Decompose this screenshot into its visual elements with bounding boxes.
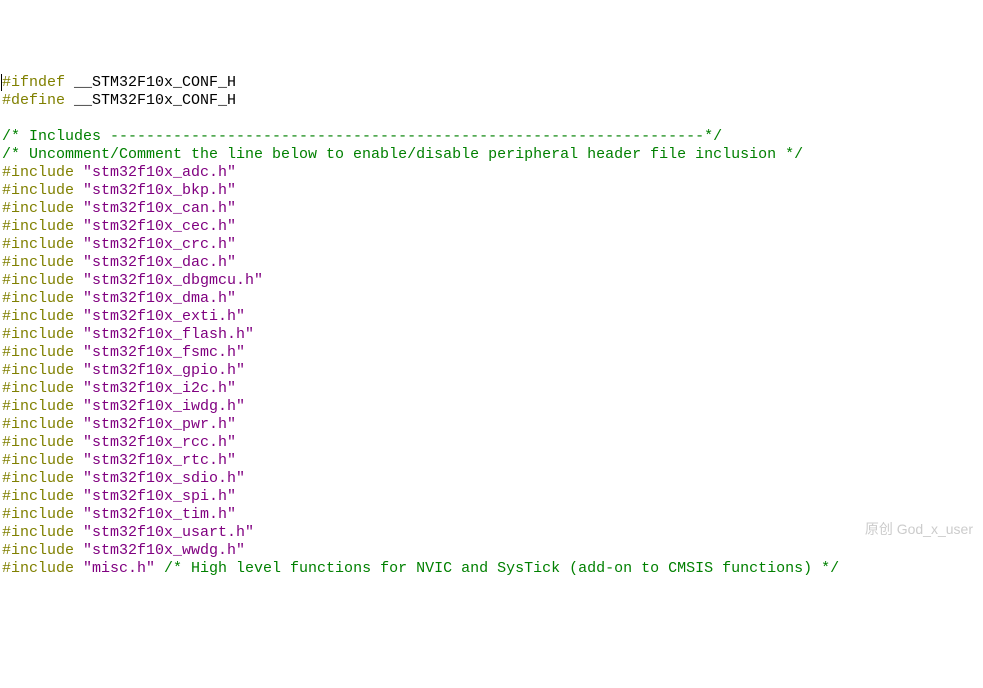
code-token: "stm32f10x_cec.h" bbox=[74, 218, 236, 235]
code-line: #ifndef __STM32F10x_CONF_H bbox=[2, 74, 981, 92]
code-token: #include bbox=[2, 506, 74, 523]
code-token: /* High level functions for NVIC and Sys… bbox=[155, 560, 839, 577]
code-token: "stm32f10x_sdio.h" bbox=[74, 470, 245, 487]
code-line: #include "stm32f10x_cec.h" bbox=[2, 218, 981, 236]
code-token: /* Includes ----------------------------… bbox=[2, 128, 722, 145]
code-token: "stm32f10x_exti.h" bbox=[74, 308, 245, 325]
code-token bbox=[2, 110, 11, 127]
code-line: #include "stm32f10x_adc.h" bbox=[2, 164, 981, 182]
code-line: /* Includes ----------------------------… bbox=[2, 128, 981, 146]
code-token: __STM32F10x_CONF_H bbox=[65, 92, 236, 109]
code-line: #include "stm32f10x_dbgmcu.h" bbox=[2, 272, 981, 290]
code-line: #include "stm32f10x_crc.h" bbox=[2, 236, 981, 254]
code-line: #define __STM32F10x_CONF_H bbox=[2, 92, 981, 110]
code-line: #include "stm32f10x_spi.h" bbox=[2, 488, 981, 506]
code-line: #include "stm32f10x_flash.h" bbox=[2, 326, 981, 344]
code-block: #ifndef __STM32F10x_CONF_H#define __STM3… bbox=[2, 74, 981, 578]
code-token: "stm32f10x_dma.h" bbox=[74, 290, 236, 307]
code-token: /* Uncomment/Comment the line below to e… bbox=[2, 146, 803, 163]
code-line bbox=[2, 110, 981, 128]
code-token: #include bbox=[2, 434, 74, 451]
code-token: "stm32f10x_tim.h" bbox=[74, 506, 236, 523]
code-line: #include "stm32f10x_sdio.h" bbox=[2, 470, 981, 488]
code-token: #include bbox=[2, 452, 74, 469]
code-token: #include bbox=[2, 560, 74, 577]
code-token: #include bbox=[2, 524, 74, 541]
code-line: #include "stm32f10x_fsmc.h" bbox=[2, 344, 981, 362]
code-line: #include "stm32f10x_rtc.h" bbox=[2, 452, 981, 470]
code-token: #include bbox=[2, 254, 74, 271]
code-line: #include "stm32f10x_i2c.h" bbox=[2, 380, 981, 398]
code-line: #include "stm32f10x_dac.h" bbox=[2, 254, 981, 272]
code-token: #include bbox=[2, 182, 74, 199]
code-line: #include "stm32f10x_tim.h" bbox=[2, 506, 981, 524]
code-token: #include bbox=[2, 236, 74, 253]
code-token: #ifndef bbox=[2, 74, 65, 91]
code-token: "stm32f10x_crc.h" bbox=[74, 236, 236, 253]
code-line: #include "stm32f10x_bkp.h" bbox=[2, 182, 981, 200]
code-line: #include "stm32f10x_pwr.h" bbox=[2, 416, 981, 434]
code-token: "stm32f10x_pwr.h" bbox=[74, 416, 236, 433]
code-token: "stm32f10x_wwdg.h" bbox=[74, 542, 245, 559]
code-line: #include "stm32f10x_iwdg.h" bbox=[2, 398, 981, 416]
code-line: #include "stm32f10x_rcc.h" bbox=[2, 434, 981, 452]
code-line: #include "misc.h" /* High level function… bbox=[2, 560, 981, 578]
code-token: #include bbox=[2, 218, 74, 235]
code-token: #include bbox=[2, 542, 74, 559]
code-token: "stm32f10x_dbgmcu.h" bbox=[74, 272, 263, 289]
code-token: #include bbox=[2, 380, 74, 397]
code-token: "stm32f10x_flash.h" bbox=[74, 326, 254, 343]
code-token: #include bbox=[2, 308, 74, 325]
code-token: "stm32f10x_bkp.h" bbox=[74, 182, 236, 199]
code-token: "stm32f10x_rtc.h" bbox=[74, 452, 236, 469]
code-token: #include bbox=[2, 200, 74, 217]
code-token: #include bbox=[2, 398, 74, 415]
code-token: #include bbox=[2, 326, 74, 343]
code-line: #include "stm32f10x_usart.h" bbox=[2, 524, 981, 542]
code-token: #include bbox=[2, 470, 74, 487]
code-line: /* Uncomment/Comment the line below to e… bbox=[2, 146, 981, 164]
code-line: #include "stm32f10x_exti.h" bbox=[2, 308, 981, 326]
code-token: "stm32f10x_gpio.h" bbox=[74, 362, 245, 379]
watermark-text: 原创 God_x_user bbox=[865, 520, 973, 538]
code-token: #include bbox=[2, 416, 74, 433]
code-token: __STM32F10x_CONF_H bbox=[65, 74, 236, 91]
code-token: #include bbox=[2, 488, 74, 505]
code-token: "stm32f10x_dac.h" bbox=[74, 254, 236, 271]
code-token: #include bbox=[2, 290, 74, 307]
code-line: #include "stm32f10x_dma.h" bbox=[2, 290, 981, 308]
code-token: "stm32f10x_adc.h" bbox=[74, 164, 236, 181]
code-token: "stm32f10x_fsmc.h" bbox=[74, 344, 245, 361]
code-token: "stm32f10x_usart.h" bbox=[74, 524, 254, 541]
code-token: "stm32f10x_rcc.h" bbox=[74, 434, 236, 451]
code-token: "stm32f10x_can.h" bbox=[74, 200, 236, 217]
code-token: #include bbox=[2, 272, 74, 289]
code-line: #include "stm32f10x_wwdg.h" bbox=[2, 542, 981, 560]
code-token: #define bbox=[2, 92, 65, 109]
code-token: "misc.h" bbox=[74, 560, 155, 577]
code-line: #include "stm32f10x_can.h" bbox=[2, 200, 981, 218]
code-token: "stm32f10x_spi.h" bbox=[74, 488, 236, 505]
code-token: #include bbox=[2, 164, 74, 181]
code-token: #include bbox=[2, 344, 74, 361]
code-token: #include bbox=[2, 362, 74, 379]
code-token: "stm32f10x_i2c.h" bbox=[74, 380, 236, 397]
code-line: #include "stm32f10x_gpio.h" bbox=[2, 362, 981, 380]
code-token: "stm32f10x_iwdg.h" bbox=[74, 398, 245, 415]
